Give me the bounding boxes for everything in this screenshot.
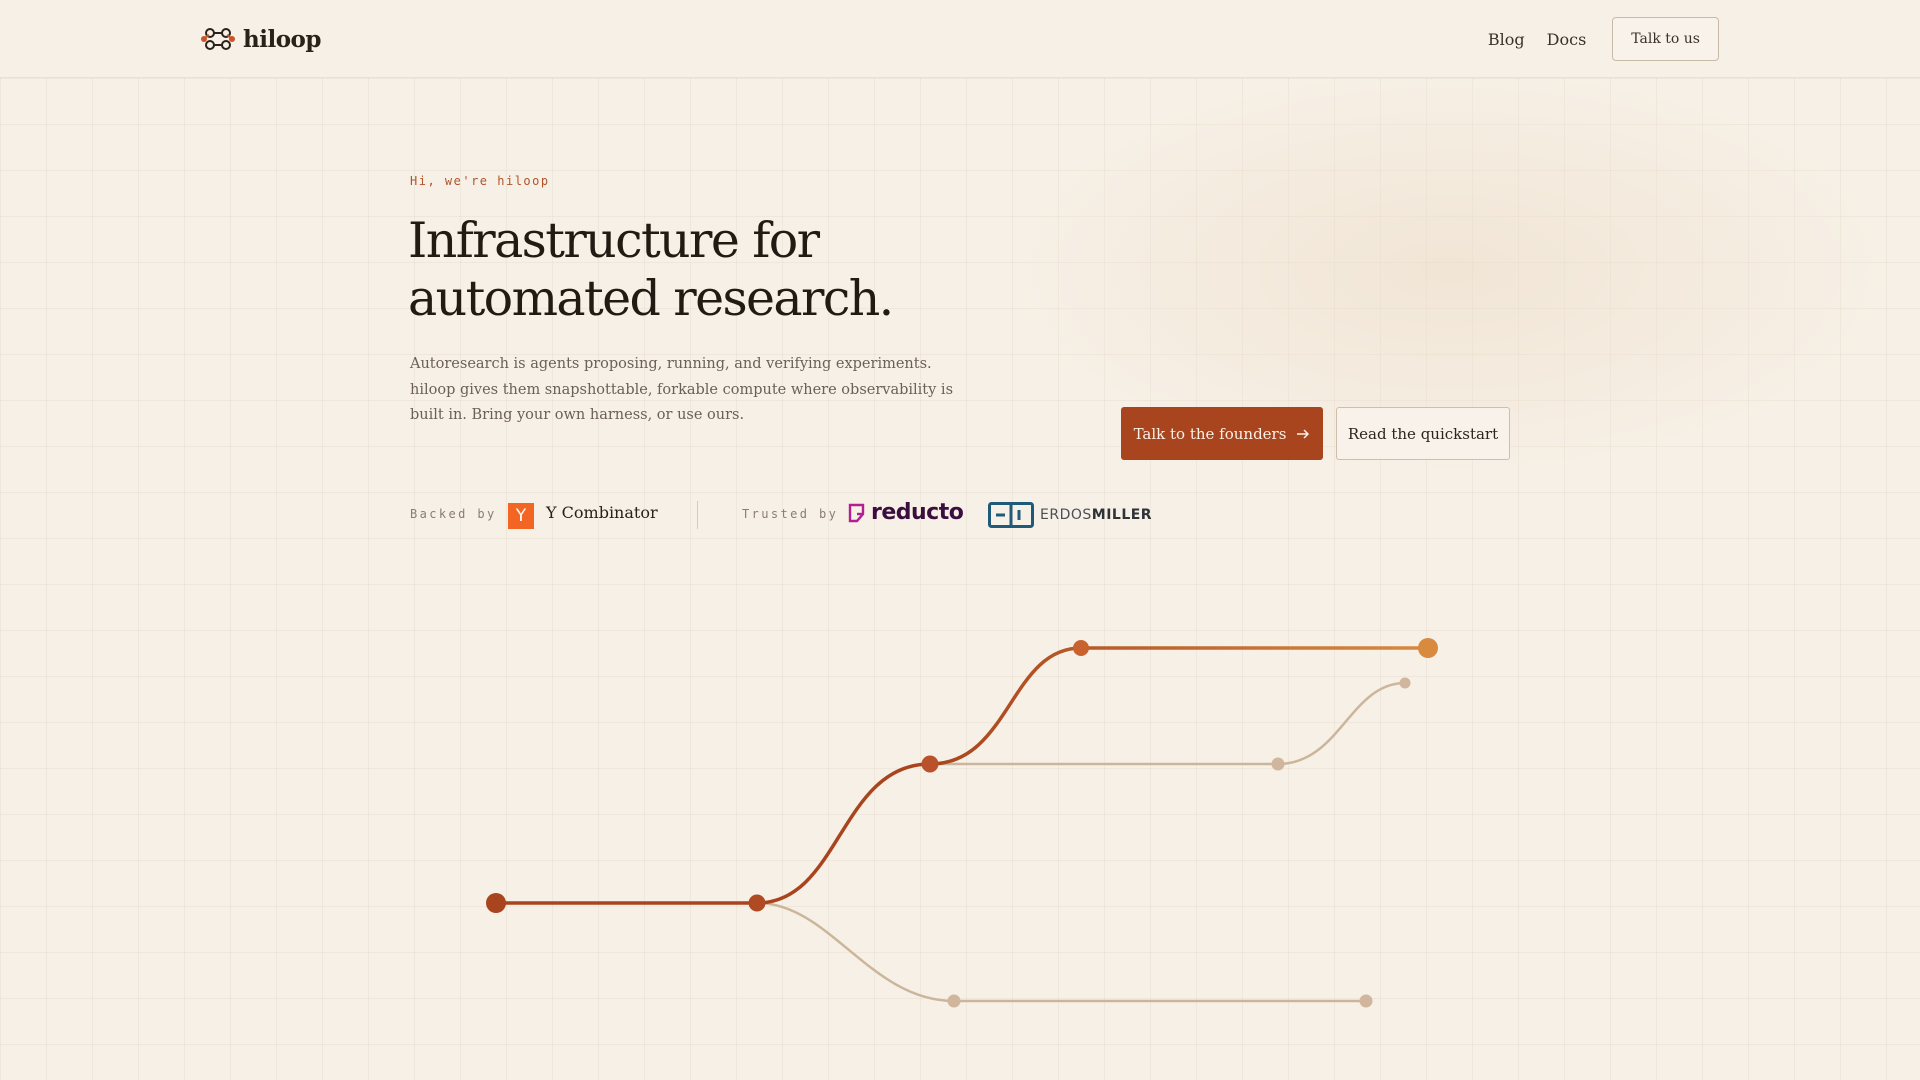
reducto-logo: reducto bbox=[848, 500, 964, 525]
graph-node-end bbox=[1418, 638, 1438, 658]
branch-lower bbox=[756, 901, 1366, 1003]
graph-node-muted-3 bbox=[947, 994, 961, 1008]
reducto-logo-icon bbox=[848, 503, 865, 522]
graph-node-muted-4 bbox=[1359, 994, 1373, 1008]
graph-node-fork-2 bbox=[921, 755, 939, 773]
title-line-1: Infrastructure for bbox=[408, 212, 820, 269]
graph-node-muted-2 bbox=[1399, 677, 1411, 689]
brand-name: hiloop bbox=[243, 25, 321, 53]
branching-experiment-graph bbox=[486, 638, 1438, 1008]
erdosmiller-logo-icon bbox=[988, 502, 1034, 528]
nav-links: Blog Docs Talk to us bbox=[1488, 17, 1719, 61]
erdosmiller-logo: ERDOSMILLER bbox=[988, 502, 1152, 528]
erdosmiller-name: ERDOSMILLER bbox=[1040, 507, 1152, 523]
talk-to-us-button[interactable]: Talk to us bbox=[1612, 17, 1719, 61]
erdosmiller-name-light: ERDOS bbox=[1040, 507, 1092, 523]
talk-to-founders-button[interactable]: Talk to the founders bbox=[1121, 407, 1323, 460]
graph-node-top bbox=[1073, 640, 1089, 656]
branch-middle bbox=[930, 681, 1406, 766]
nav-link-blog[interactable]: Blog bbox=[1488, 30, 1525, 49]
arrow-right-icon bbox=[1297, 428, 1310, 439]
nav-link-docs[interactable]: Docs bbox=[1547, 30, 1587, 49]
top-nav: hiloop Blog Docs Talk to us bbox=[0, 0, 1920, 78]
branch-main-base bbox=[496, 762, 931, 905]
y-combinator-logo-icon: Y bbox=[508, 503, 534, 529]
hero-eyebrow: Hi, we're hiloop bbox=[410, 174, 550, 188]
branch-main-top bbox=[929, 646, 1428, 766]
backed-by-label: Backed by bbox=[410, 507, 497, 521]
graph-node-fork-1 bbox=[748, 894, 766, 912]
talk-to-founders-label: Talk to the founders bbox=[1133, 424, 1287, 443]
y-combinator-name: Y Combinator bbox=[546, 503, 658, 522]
read-quickstart-button[interactable]: Read the quickstart bbox=[1336, 407, 1510, 460]
brand-logo[interactable]: hiloop bbox=[201, 24, 321, 54]
title-line-2: automated research. bbox=[408, 270, 894, 327]
molecule-icon bbox=[201, 28, 235, 50]
graph-node-root bbox=[486, 893, 506, 913]
erdosmiller-name-bold: MILLER bbox=[1091, 507, 1153, 523]
reducto-name: reducto bbox=[871, 500, 964, 525]
graph-node-muted-1 bbox=[1271, 757, 1285, 771]
hero-description: Autoresearch is agents proposing, runnin… bbox=[410, 356, 954, 423]
page-title: Infrastructure for automated research. bbox=[408, 212, 1108, 328]
logo-divider bbox=[697, 501, 698, 529]
trusted-by-label: Trusted by bbox=[742, 507, 839, 521]
